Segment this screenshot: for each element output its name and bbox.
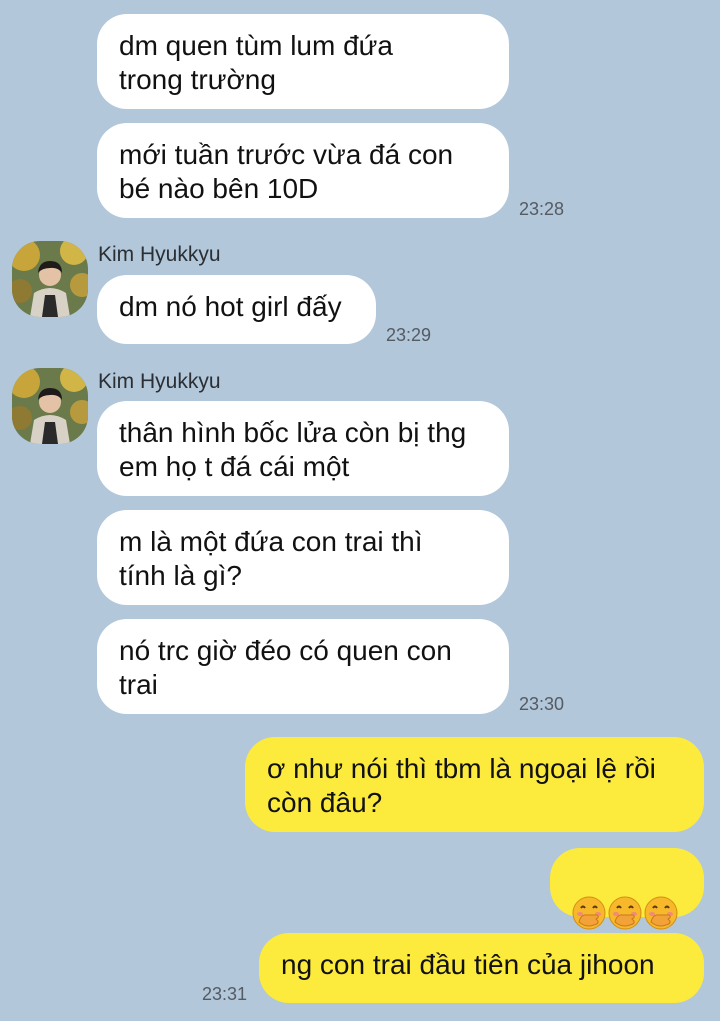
hand-over-mouth-emoji-icon	[644, 896, 678, 930]
message-timestamp: 23:31	[202, 984, 248, 1004]
message-timestamp: 23:30	[519, 694, 565, 714]
contact-avatar[interactable]	[12, 241, 88, 317]
avatar-photo-icon	[12, 241, 88, 317]
message-bubble-incoming[interactable]: dm nó hot girl đấy	[97, 275, 376, 344]
hand-over-mouth-emoji-icon	[608, 896, 642, 930]
avatar-photo-icon	[12, 368, 88, 444]
message-bubble-incoming[interactable]: thân hình bốc lửa còn bị thg em họ t đá …	[97, 401, 509, 496]
sender-name: Kim Hyukkyu	[98, 370, 221, 393]
message-bubble-incoming[interactable]: nó trc giờ đéo có quen con trai	[97, 619, 509, 714]
message-timestamp: 23:29	[386, 325, 432, 345]
message-bubble-outgoing[interactable]: ng con trai đầu tiên của jihoon	[259, 933, 704, 1003]
message-bubble-incoming[interactable]: mới tuần trước vừa đá con bé nào bên 10D	[97, 123, 509, 218]
message-timestamp: 23:28	[519, 199, 565, 219]
sender-name: Kim Hyukkyu	[98, 243, 221, 266]
message-bubble-outgoing[interactable]: ơ như nói thì tbm là ngoại lệ rồi còn đâ…	[245, 737, 704, 832]
message-bubble-outgoing-emoji[interactable]	[550, 848, 704, 930]
hand-over-mouth-emoji-icon	[572, 896, 606, 930]
message-bubble-incoming[interactable]: m là một đứa con trai thì tính là gì?	[97, 510, 509, 605]
contact-avatar[interactable]	[12, 368, 88, 444]
message-bubble-incoming[interactable]: dm quen tùm lum đứa trong trường	[97, 14, 509, 109]
